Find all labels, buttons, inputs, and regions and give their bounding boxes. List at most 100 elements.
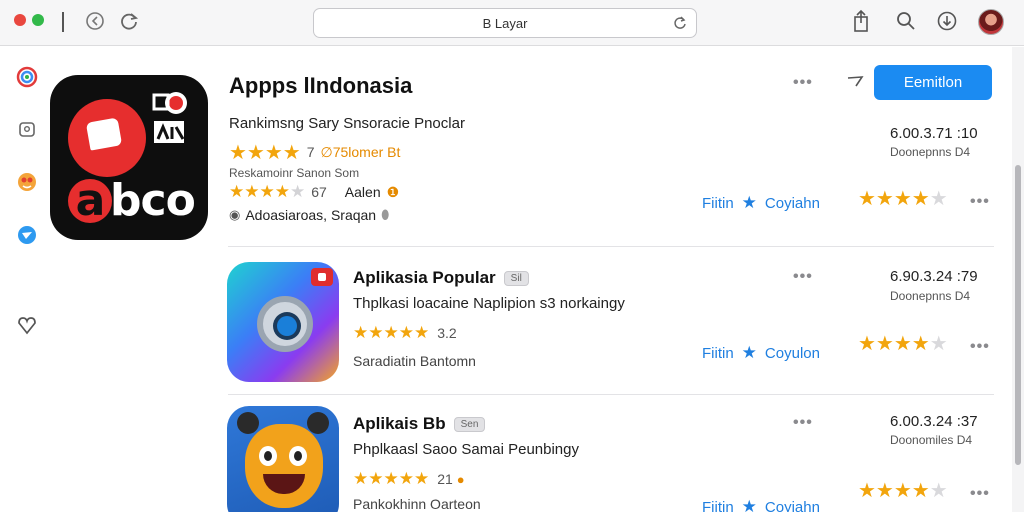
app-more-icon[interactable]: ••• bbox=[793, 268, 813, 286]
rate-link-right: Coyulon bbox=[764, 344, 820, 362]
cartoon-face-graphic bbox=[245, 424, 323, 508]
cartoon-mouth-graphic bbox=[263, 474, 305, 494]
star-icon: ★ bbox=[741, 497, 757, 512]
chat-bubble-graphic bbox=[85, 117, 123, 151]
app-stars: ★★★★★ bbox=[353, 323, 430, 343]
wordmark-text: bco bbox=[110, 175, 196, 226]
rate-link-left: Fiitin bbox=[702, 344, 734, 362]
app-title: Aplikasia Popular Sil bbox=[353, 268, 529, 288]
camera-ring-graphic bbox=[257, 296, 313, 352]
featured-app-icon[interactable]: a bco bbox=[50, 75, 208, 240]
messages-icon[interactable] bbox=[15, 223, 39, 247]
app-badge: Sen bbox=[453, 416, 486, 432]
toolbar-divider bbox=[62, 12, 64, 32]
app-rate-link[interactable]: Fiitin ★ Coyulon bbox=[702, 343, 820, 363]
featured-icon-wordmark: a bco bbox=[68, 175, 196, 226]
app-icon-camera[interactable] bbox=[227, 262, 339, 382]
app-rating-value: 3.2 bbox=[437, 325, 457, 341]
fire-icon: ● bbox=[456, 471, 465, 487]
refresh-icon[interactable] bbox=[116, 8, 142, 34]
featured-small-label: Reskamoinr Sanon Som bbox=[229, 166, 360, 180]
cartoon-eye-graphic bbox=[289, 446, 307, 466]
featured-meta-number: 6.00.3.71 :10 bbox=[890, 125, 978, 142]
search-icon[interactable] bbox=[893, 8, 919, 34]
featured-second-label: Aalen bbox=[344, 184, 381, 200]
get-button[interactable]: Eemitlon bbox=[874, 65, 992, 100]
app-rating-value: 21 bbox=[437, 471, 453, 487]
app-title-text: Aplikais Bb bbox=[353, 414, 446, 433]
app-rate-link[interactable]: Fiitin ★ Coyiahn bbox=[702, 497, 820, 512]
favorites-icon[interactable] bbox=[15, 313, 39, 337]
featured-info-line: ◉ Adoasiaroas, Sraqan ⬮ bbox=[229, 207, 389, 223]
featured-title: Appps lIndonasia bbox=[229, 73, 413, 98]
app-meta-sub: Doonomiles D4 bbox=[890, 433, 973, 447]
app-meta-number: 6.90.3.24 :79 bbox=[890, 268, 978, 285]
app-title-text: Aplikasia Popular bbox=[353, 268, 496, 287]
featured-second-rating: 67 bbox=[311, 184, 327, 200]
badge-icon: ⬮ bbox=[381, 207, 390, 222]
back-icon[interactable] bbox=[82, 8, 108, 34]
camera-lens-graphic bbox=[277, 316, 297, 336]
developer-icon: ◉ bbox=[229, 207, 241, 222]
featured-stars: ★★★★ bbox=[229, 140, 301, 164]
app-row-more-icon[interactable]: ••• bbox=[970, 485, 990, 503]
app-category: Saradiatin Bantomn bbox=[353, 353, 476, 369]
info-icon: ❶ bbox=[386, 183, 400, 200]
featured-rating-value: 7 bbox=[306, 144, 315, 160]
app-big-stars[interactable]: ★★★★★ bbox=[858, 478, 948, 502]
star-icon: ★ bbox=[741, 193, 757, 213]
featured-rating-text: ∅75lomer Bt bbox=[320, 143, 401, 160]
library-icon[interactable] bbox=[15, 117, 39, 141]
app-rating-row: ★★★★★ 3.2 bbox=[353, 323, 457, 343]
app-category: Pankokhinn Oarteon bbox=[353, 496, 481, 512]
app-big-stars[interactable]: ★★★★★ bbox=[858, 331, 948, 355]
app-badge: Sil bbox=[503, 270, 529, 286]
cartoon-eye-graphic bbox=[259, 446, 277, 466]
user-avatar[interactable] bbox=[978, 9, 1004, 35]
reload-icon[interactable] bbox=[670, 13, 690, 33]
send-icon[interactable] bbox=[846, 74, 864, 88]
cartoon-ear-graphic bbox=[237, 412, 259, 434]
app-more-icon[interactable]: ••• bbox=[793, 414, 813, 432]
app-store-window: B Layar a bco Appps lIndonasia Rankimsng… bbox=[0, 0, 1024, 512]
share-icon[interactable] bbox=[848, 8, 874, 34]
zoom-window-button[interactable] bbox=[32, 14, 44, 26]
list-divider bbox=[228, 394, 994, 395]
list-divider bbox=[228, 246, 994, 247]
app-meta-number: 6.00.3.24 :37 bbox=[890, 413, 978, 430]
featured-line-text: Adoasiaroas, Sraqan bbox=[245, 207, 377, 223]
address-text: B Layar bbox=[482, 16, 528, 31]
app-rating-row: ★★★★★ 21 ● bbox=[353, 469, 465, 489]
rate-link-left: Fiitin bbox=[702, 498, 734, 512]
app-meta-sub: Doonepnns D4 bbox=[890, 289, 971, 303]
rate-link-right: Coyiahn bbox=[764, 194, 820, 212]
app-row-more-icon[interactable]: ••• bbox=[970, 338, 990, 356]
featured-big-stars[interactable]: ★★★★★ bbox=[858, 186, 948, 210]
featured-more-icon[interactable]: ••• bbox=[970, 193, 990, 211]
app-title: Aplikais Bb Sen bbox=[353, 414, 486, 434]
app-description: Thplkasi loacaine Naplipion s3 norkaingy bbox=[353, 295, 625, 312]
more-options-icon[interactable]: ••• bbox=[793, 74, 813, 92]
address-bar[interactable]: B Layar bbox=[313, 8, 697, 38]
featured-second-rating-row: ★★★★★ 67 Aalen ❶ bbox=[229, 182, 399, 202]
scrollbar-thumb[interactable] bbox=[1015, 165, 1021, 465]
app-icon-cartoon[interactable] bbox=[227, 406, 339, 512]
download-icon[interactable] bbox=[934, 8, 960, 34]
featured-meta-sub: Doonepnns D4 bbox=[890, 145, 971, 159]
app-description: Phplkaasl Saoo Samai Peunbingy bbox=[353, 441, 579, 458]
featured-rate-link[interactable]: Fiitin ★ Coyiahn bbox=[702, 193, 820, 213]
toolbar: B Layar bbox=[0, 0, 1024, 46]
rate-link-right: Coyiahn bbox=[764, 498, 820, 512]
star-icon: ★ bbox=[741, 343, 757, 363]
camera-badge-graphic bbox=[311, 268, 333, 286]
sidebar bbox=[0, 47, 54, 512]
cartoon-ear-graphic bbox=[307, 412, 329, 434]
discover-icon[interactable] bbox=[15, 65, 39, 89]
featured-rating-row: ★★★★ 7 ∅75lomer Bt bbox=[229, 140, 400, 164]
games-icon[interactable] bbox=[15, 170, 39, 194]
wordmark-letter: a bbox=[68, 179, 112, 223]
close-window-button[interactable] bbox=[14, 14, 26, 26]
rate-link-left: Fiitin bbox=[702, 194, 734, 212]
app-stars: ★★★★★ bbox=[353, 469, 430, 489]
featured-second-stars: ★★★★★ bbox=[229, 182, 306, 202]
